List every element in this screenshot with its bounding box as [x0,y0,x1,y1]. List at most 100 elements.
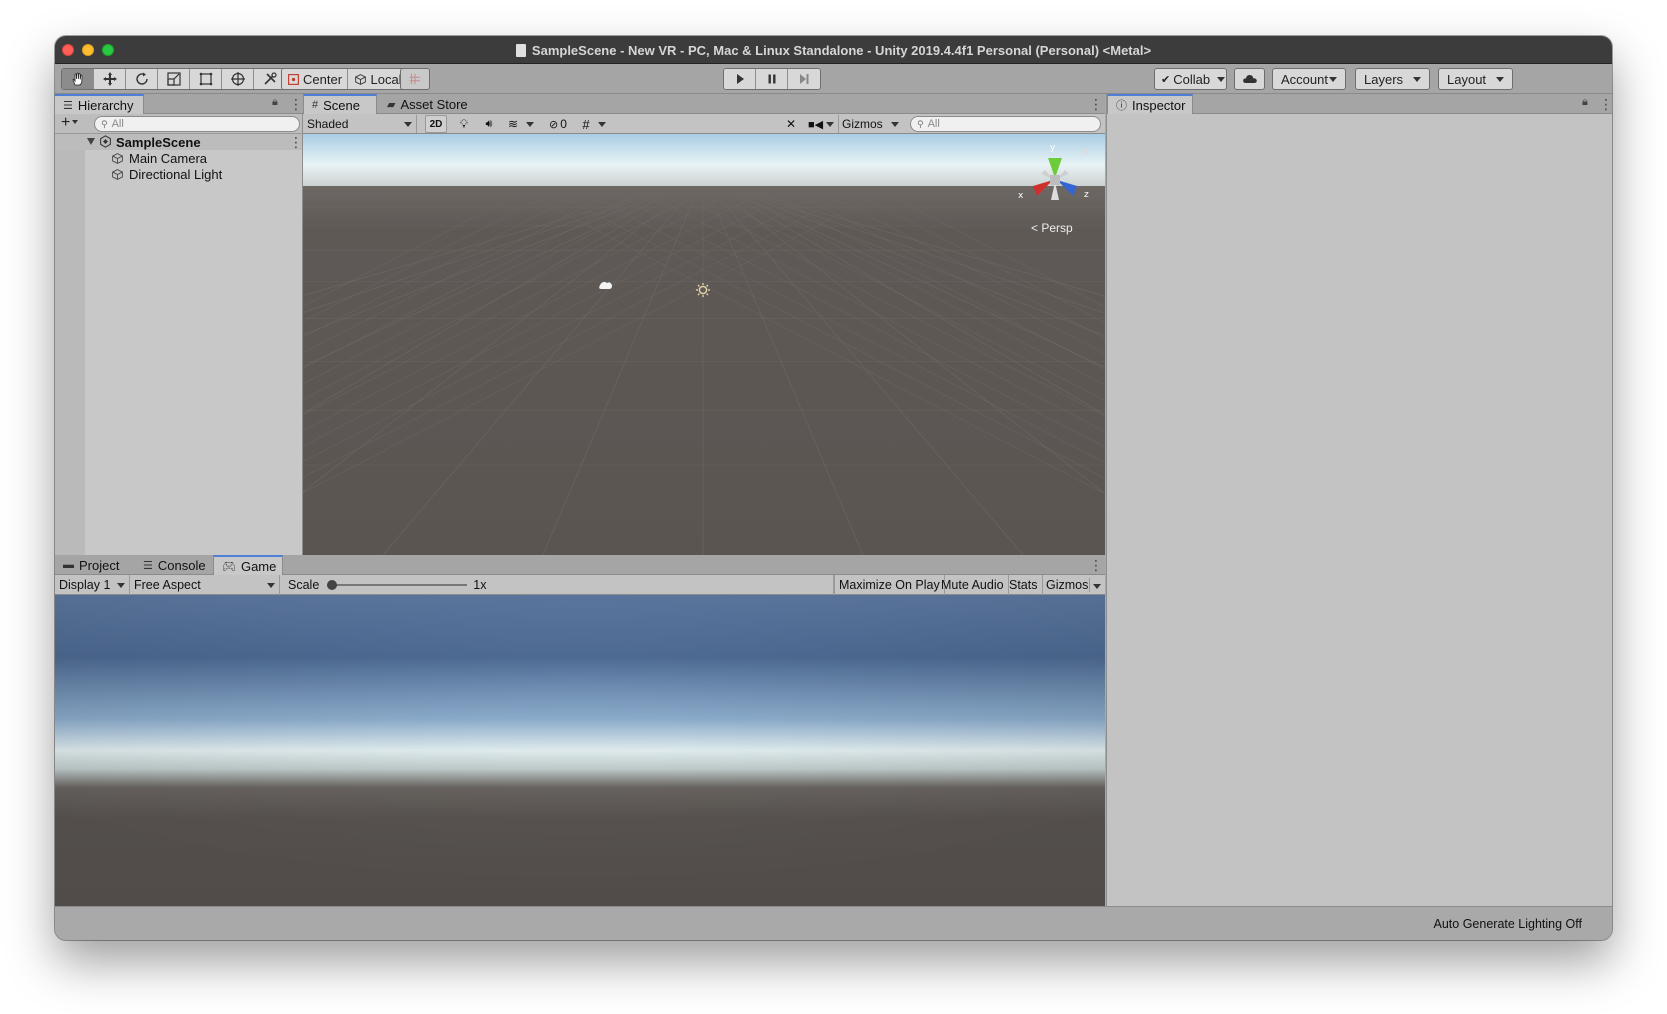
panel-menu-icon[interactable]: ⋮ [1089,557,1103,574]
speaker-icon: 🔊︎ [485,117,493,130]
chevron-down-icon [597,121,606,127]
pivot-mode-button[interactable]: Center [282,69,349,89]
unity-editor-window: SampleScene - New VR - PC, Mac & Linux S… [55,36,1612,940]
scene-name-label: SampleScene [116,135,201,150]
hidden-objects-toggle[interactable]: ⊘ 0 [543,115,573,133]
window-title-text: SampleScene - New VR - PC, Mac & Linux S… [531,43,1152,58]
move-tool-button[interactable] [94,69,126,89]
scene-lighting-toggle[interactable]: 💡︎ [453,115,475,133]
grid-hash-icon: # [312,99,319,111]
scene-render: y x z < Persp [303,134,1105,555]
transform-tool-button[interactable] [222,69,254,89]
tab-game[interactable]: 🎮︎ Game [213,555,283,575]
projection-label[interactable]: < Persp [1031,221,1073,235]
pause-button[interactable] [756,69,788,89]
scale-label: Scale [288,578,320,592]
axis-label-y: y [1050,143,1056,153]
tab-console-label: Console [157,557,206,573]
tab-console[interactable]: ☰ Console [135,555,216,575]
mute-audio-toggle[interactable]: Mute Audio [937,575,1009,595]
move-arrows-icon [102,72,117,86]
scale-value: 1x [473,578,487,592]
hand-tool-button[interactable] [62,69,94,89]
scene-root-row[interactable]: SampleScene ⋮ [55,134,303,151]
tab-scene[interactable]: # Scene [303,94,377,114]
chevron-down-icon [1413,76,1421,82]
panel-menu-icon[interactable]: ⋮ [1599,96,1612,113]
stats-toggle[interactable]: Stats [1005,575,1043,595]
chevron-down-icon [267,582,275,588]
pivot-center-icon [288,73,299,85]
lock-icon[interactable]: 🔒︎ [1582,96,1588,109]
expand-arrow-icon[interactable] [87,138,95,145]
layout-dropdown[interactable]: Layout [1438,68,1513,90]
scale-tool-button[interactable] [158,69,190,89]
toggle-2d-label: 2D [429,118,443,130]
tab-asset-store[interactable]: ▰ Asset Store [379,94,478,114]
cloud-services-button[interactable] [1234,68,1265,90]
info-icon: ⓘ [1116,100,1127,112]
layers-label: Layers [1364,71,1404,87]
step-button[interactable] [788,69,820,89]
list-icon: ☰ [63,99,73,112]
rect-tool-button[interactable] [190,69,222,89]
game-gizmos-dropdown[interactable]: Gizmos [1042,575,1105,595]
hierarchy-item-directional-light[interactable]: Directional Light [111,166,222,182]
title-bar[interactable]: SampleScene - New VR - PC, Mac & Linux S… [55,36,1612,64]
scale-slider-thumb[interactable] [327,580,338,590]
maximize-on-play-toggle[interactable]: Maximize On Play [834,575,945,595]
scene-tools-button[interactable]: ✕ [781,115,801,133]
tab-project[interactable]: ▬ Project [55,555,129,575]
eye-slash-icon: ⊘ [549,118,559,131]
create-add-button[interactable]: + [61,115,79,131]
tab-project-label: Project [79,557,120,573]
mute-audio-label: Mute Audio [941,578,1004,592]
tab-hierarchy[interactable]: ☰ Hierarchy [55,94,144,114]
gameobject-cube-icon [112,152,123,164]
game-panel: ▬ Project ☰ Console 🎮︎ Game ⋮ Display 1 Fre… [55,555,1105,906]
draw-mode-dropdown[interactable]: Shaded [307,115,417,133]
rotate-tool-button[interactable] [126,69,158,89]
axis-label-z: z [1084,190,1089,200]
camera-icon: ■◀ [807,118,824,131]
scene-effects-dropdown[interactable]: ≋ [503,115,539,133]
axis-label-x: x [1018,191,1024,201]
layers-dropdown[interactable]: Layers [1355,68,1430,90]
rect-transform-icon [199,72,212,86]
tab-scene-label: Scene [323,97,360,113]
scene-search-input[interactable]: ⚲ All [910,116,1101,132]
tools-icon [264,72,277,85]
scene-menu-icon[interactable]: ⋮ [289,134,303,151]
status-bar: Auto Generate Lighting Off [55,906,1612,940]
inspector-panel: ⓘ Inspector 🔒︎ ⋮ [1106,94,1612,906]
panel-menu-icon[interactable]: ⋮ [1089,96,1103,113]
hierarchy-toolbar: + ⚲ All [55,114,302,134]
account-dropdown[interactable]: Account [1272,68,1346,90]
collab-dropdown[interactable]: ✔ Collab [1154,68,1227,90]
scene-search-placeholder: All [927,118,940,130]
tab-inspector[interactable]: ⓘ Inspector [1107,94,1193,114]
chevron-down-icon [72,120,79,124]
display-dropdown[interactable]: Display 1 [55,575,130,595]
scene-viewport[interactable]: y x z < Persp [303,134,1105,555]
camera-settings-dropdown[interactable]: ■◀ [806,115,836,133]
snap-toggle-button[interactable] [400,68,430,90]
scene-gizmos-dropdown[interactable]: Gizmos [838,115,902,133]
collab-label: Collab [1173,71,1211,87]
toggle-2d-button[interactable]: 2D [425,115,447,133]
grid-toggle-dropdown[interactable]: # [576,115,612,133]
scene-tabbar: # Scene ▰ Asset Store ⋮ [303,94,1105,114]
scene-audio-toggle[interactable]: 🔊︎ [478,115,500,133]
pause-icon [768,74,775,84]
scale-slider[interactable] [327,579,468,591]
aspect-dropdown[interactable]: Free Aspect [130,575,280,595]
play-button[interactable] [724,69,756,89]
lock-icon[interactable]: 🔒︎ [272,96,278,109]
panel-menu-icon[interactable]: ⋮ [289,96,303,113]
hierarchy-search-input[interactable]: ⚲ All [94,116,300,132]
hierarchy-item-main-camera[interactable]: Main Camera [111,150,207,166]
scale-control: Scale 1x [284,575,834,595]
game-view[interactable] [55,595,1105,906]
main-toolbar: Center Local ✔ Collab Account Layers Lay… [55,64,1612,94]
chevron-down-icon [1329,76,1337,82]
